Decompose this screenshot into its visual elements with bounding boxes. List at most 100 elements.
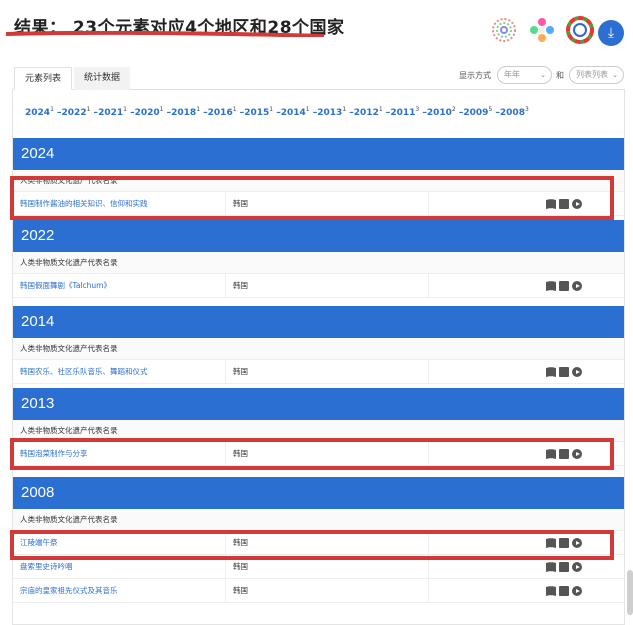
play-icon[interactable]	[572, 199, 582, 209]
year-link-2024[interactable]: 20241	[25, 106, 54, 118]
play-icon[interactable]	[572, 367, 582, 377]
image-icon[interactable]	[559, 449, 569, 459]
column-divider	[428, 531, 429, 554]
year-heading: 2024	[13, 138, 624, 170]
book-icon[interactable]	[546, 367, 556, 377]
image-icon[interactable]	[559, 199, 569, 209]
column-divider	[428, 555, 429, 578]
year-separator: –	[273, 108, 281, 118]
year-link-2018[interactable]: 20181	[171, 106, 200, 118]
media-icons	[546, 562, 582, 572]
play-icon[interactable]	[572, 281, 582, 291]
page: 结果： 23个元素对应4个地区和28个国家 ⤓ 元素列表 统计数据 显示方式 年…	[0, 0, 633, 625]
view-mode-label: 显示方式	[459, 71, 491, 80]
play-icon[interactable]	[572, 449, 582, 459]
year-link-2020[interactable]: 20201	[135, 106, 164, 118]
book-icon[interactable]	[546, 538, 556, 548]
year-link-2008[interactable]: 20083	[500, 106, 529, 118]
tab-statistics[interactable]: 统计数据	[74, 67, 131, 90]
year-link-label: 2012	[353, 108, 379, 118]
year-link-2022[interactable]: 20221	[61, 106, 91, 118]
image-icon[interactable]	[559, 281, 569, 291]
country-cell: 韩国	[233, 562, 248, 571]
year-link-2015[interactable]: 20151	[244, 106, 273, 118]
scrollbar[interactable]	[627, 570, 633, 615]
year-navigation: 20241 –20221 –20211 –20201 –20181 –20161…	[25, 106, 529, 118]
media-icons	[546, 449, 582, 459]
year-link-2016[interactable]: 20161	[207, 106, 237, 118]
image-icon[interactable]	[559, 562, 569, 572]
country-cell: 韩国	[233, 586, 248, 595]
book-icon[interactable]	[546, 199, 556, 209]
year-link-label: 2022	[61, 108, 87, 118]
element-name-link[interactable]: 韩国制作酱油的相关知识、信仰和实践	[20, 192, 148, 216]
flower-logo-icon	[530, 18, 554, 42]
column-divider	[225, 555, 226, 578]
year-section-2022: 2022 人类非物质文化遗产代表名录 韩国假面舞剧《Talchum》 韩国	[13, 220, 624, 298]
table-row: 韩国农乐、社区乐队音乐、舞蹈和仪式 韩国	[13, 360, 624, 384]
book-icon[interactable]	[546, 586, 556, 596]
year-link-label: 2016	[207, 108, 233, 118]
play-icon[interactable]	[572, 586, 582, 596]
play-icon[interactable]	[572, 562, 582, 572]
year-select[interactable]: 年年 ⌄	[497, 66, 552, 84]
book-icon[interactable]	[546, 449, 556, 459]
year-link-2013[interactable]: 20131	[317, 106, 346, 118]
category-label: 人类非物质文化遗产代表名录	[13, 252, 624, 274]
year-separator: –	[492, 108, 500, 118]
book-icon[interactable]	[546, 562, 556, 572]
year-link-label: 2018	[171, 108, 197, 118]
country-cell: 韩国	[233, 449, 248, 458]
ring-logo-icon	[566, 16, 594, 44]
table-row: 宗庙的皇家祖先仪式及其音乐 韩国	[13, 579, 624, 603]
tab-element-list[interactable]: 元素列表	[14, 67, 73, 90]
year-select-value: 年年	[504, 70, 520, 79]
year-heading: 2022	[13, 220, 624, 252]
image-icon[interactable]	[559, 538, 569, 548]
column-divider	[225, 531, 226, 554]
dots-logo-icon	[492, 18, 516, 42]
column-divider	[428, 274, 429, 297]
column-divider	[225, 192, 226, 215]
and-label: 和	[556, 71, 564, 80]
list-select[interactable]: 列表列表 ⌄	[569, 66, 624, 84]
column-divider	[428, 442, 429, 465]
country-cell: 韩国	[233, 367, 248, 376]
column-divider	[428, 360, 429, 383]
year-heading: 2013	[13, 388, 624, 420]
year-link-2010[interactable]: 20102	[427, 106, 456, 118]
element-name-link[interactable]: 盘索里史诗吟唱	[20, 555, 73, 579]
element-name-link[interactable]: 韩国泡菜制作与分享	[20, 442, 88, 466]
year-link-2021[interactable]: 20211	[98, 106, 127, 118]
element-name-link[interactable]: 宗庙的皇家祖先仪式及其音乐	[20, 579, 118, 603]
year-separator: –	[126, 108, 135, 118]
table-row: 江陵端午祭 韩国	[13, 531, 624, 555]
media-icons	[546, 538, 582, 548]
year-link-label: 2013	[317, 108, 343, 118]
year-separator: –	[419, 108, 427, 118]
year-link-2014[interactable]: 20141	[281, 106, 310, 118]
column-divider	[225, 360, 226, 383]
play-icon[interactable]	[572, 538, 582, 548]
book-icon[interactable]	[546, 281, 556, 291]
year-link-2012[interactable]: 20121	[353, 106, 383, 118]
element-name-link[interactable]: 江陵端午祭	[20, 531, 58, 555]
download-button[interactable]: ⤓	[598, 20, 624, 46]
category-label: 人类非物质文化遗产代表名录	[13, 420, 624, 442]
element-name-link[interactable]: 韩国假面舞剧《Talchum》	[20, 274, 111, 298]
media-icons	[546, 281, 582, 291]
image-icon[interactable]	[559, 367, 569, 377]
year-heading: 2014	[13, 306, 624, 338]
category-label: 人类非物质文化遗产代表名录	[13, 509, 624, 531]
year-link-2009[interactable]: 20095	[463, 106, 492, 118]
country-cell: 韩国	[233, 199, 248, 208]
element-name-link[interactable]: 韩国农乐、社区乐队音乐、舞蹈和仪式	[20, 360, 148, 384]
year-link-count: 3	[524, 106, 529, 113]
year-link-label: 2024	[25, 108, 51, 118]
media-icons	[546, 586, 582, 596]
year-separator: –	[53, 108, 62, 118]
image-icon[interactable]	[559, 586, 569, 596]
chevron-down-icon: ⌄	[540, 71, 546, 79]
year-link-label: 2021	[98, 108, 124, 118]
year-link-2011[interactable]: 20113	[390, 106, 419, 118]
